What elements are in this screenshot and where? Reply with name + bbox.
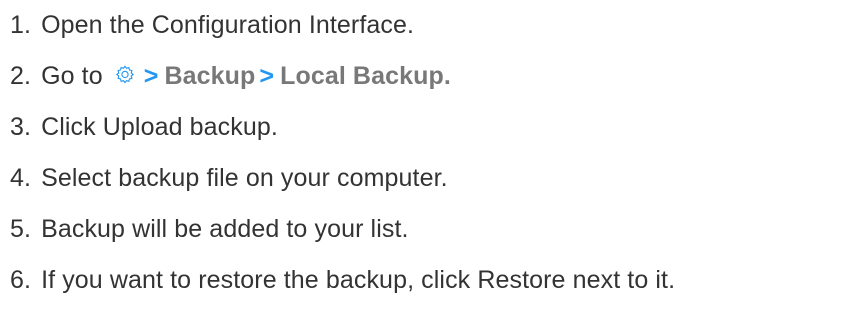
step-text: Backup will be added to your list. (41, 215, 409, 243)
breadcrumb-local-backup: Local Backup. (280, 62, 451, 90)
step-number: 3. (10, 113, 32, 141)
step-number: 5. (10, 215, 32, 243)
instruction-list: 1. Open the Configuration Interface. 2. Go… (0, 0, 866, 309)
step-number: 2. (10, 62, 32, 90)
step-number: 4. (10, 164, 32, 192)
gear-icon (114, 60, 136, 96)
step-text: If you want to restore the backup, click… (41, 266, 676, 294)
step-5: 5. Backup will be added to your list. (10, 211, 409, 247)
step-text: Go to (41, 62, 103, 90)
step-text: Select backup file on your computer. (41, 164, 448, 192)
step-3: 3. Click Upload backup. (10, 109, 278, 145)
step-2: 2. Go to > Backup > Local Backup. (10, 58, 451, 94)
step-1: 1. Open the Configuration Interface. (10, 7, 414, 43)
step-number: 1. (10, 11, 32, 39)
step-4: 4. Select backup file on your computer. (10, 160, 448, 196)
breadcrumb-separator: > (143, 62, 159, 90)
step-6: 6. If you want to restore the backup, cli… (10, 262, 675, 298)
breadcrumb-backup: Backup (164, 62, 256, 90)
breadcrumb-separator: > (259, 62, 275, 90)
step-number: 6. (10, 266, 32, 294)
step-text: Click Upload backup. (41, 113, 278, 141)
step-text: Open the Configuration Interface. (41, 11, 415, 39)
